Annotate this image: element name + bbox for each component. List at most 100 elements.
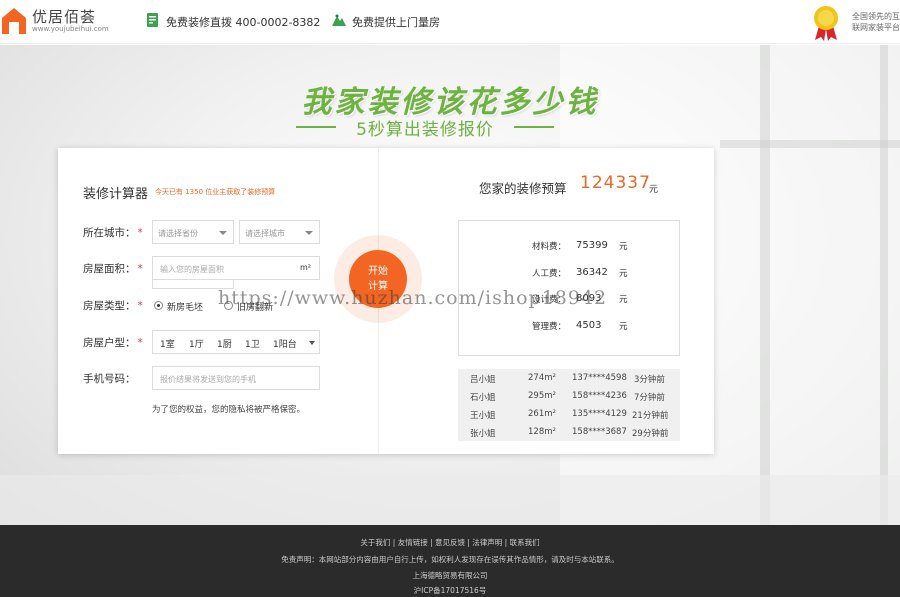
recent-time: 21分钟前 [632, 411, 669, 421]
recent-time: 29分钟前 [632, 429, 669, 439]
city-select[interactable]: 请选择城市 [239, 220, 320, 244]
cost-value: 75399 [576, 240, 608, 251]
hero-subtitle: 5秒算出装修报价 [356, 120, 494, 140]
budget-unit: 元 [649, 185, 659, 195]
hero-section: 我家装修该花多少钱 5秒算出装修报价 装修计算器 今天已有 1350 位业主获取… [0, 45, 900, 525]
subtitle-line-right [514, 126, 554, 128]
chevron-down-icon [219, 231, 227, 235]
area-input-placeholder: 输入您的房屋面积 [160, 265, 224, 274]
start-button-line-1: 开始 [368, 266, 388, 277]
chevron-down-icon [305, 231, 313, 235]
province-select[interactable]: 请选择省份 [152, 220, 234, 244]
recent-phone: 135****4129 [572, 409, 627, 419]
footer-company: 上海德略贸易有限公司 [412, 571, 488, 580]
recent-area: 274m² [528, 373, 556, 383]
calculator-note: 今天已有 1350 位业主获取了装修预算 [155, 188, 276, 196]
site-logo[interactable]: 优居佰荟 www.youjubeihui.com [2, 4, 112, 38]
recent-quotes: 吕小姐 274m² 137****4598 3分钟前 石小姐 295m² 158… [458, 369, 680, 441]
budget-heading: 您家的装修预算 [479, 181, 567, 196]
window-frame-horizontal [720, 140, 900, 148]
recent-phone: 158****3687 [572, 427, 627, 437]
list-item: 吕小姐 274m² 137****4598 3分钟前 [458, 369, 680, 387]
cost-unit: 元 [619, 269, 628, 279]
layout-halls[interactable]: 1厅 [189, 337, 204, 350]
recent-area: 261m² [528, 409, 556, 419]
cost-value: 4503 [576, 320, 602, 331]
hotline[interactable]: 免费装修直拨 400-0002-8382 [146, 13, 320, 29]
layout-rooms[interactable]: 1室 [160, 337, 175, 350]
award-medal-icon [814, 6, 838, 41]
privacy-note: 为了您的权益，您的隐私将被严格保密。 [152, 405, 306, 415]
cost-row-labor: 人工费： 36342 元 [459, 267, 681, 281]
area-input[interactable]: 输入您的房屋面积 m² [152, 256, 320, 280]
required-mark: * [137, 337, 143, 349]
layout-bathrooms[interactable]: 1卫 [245, 337, 260, 350]
recent-time: 7分钟前 [634, 393, 665, 403]
mountain-icon [332, 14, 346, 26]
radio-new-house[interactable]: 新房毛坯 [154, 299, 214, 313]
footer: 关于我们 | 友情链接 | 意见反馈 | 法律声明 | 联系我们 免责声明：本网… [0, 525, 900, 597]
house-logo-icon [2, 8, 26, 34]
recent-name: 石小姐 [470, 393, 496, 403]
area-label: 房屋面积： * [83, 261, 143, 276]
cost-unit: 元 [619, 322, 628, 332]
slogan-line-2: 联网家装平台 [852, 23, 900, 32]
cost-label: 人工费： [532, 269, 567, 279]
house-type-label-text: 房屋类型： [83, 300, 136, 312]
hotline-text: 免费装修直拨 400-0002-8382 [166, 16, 321, 29]
city-label-text: 所在城市： [83, 227, 136, 239]
phone-document-icon [147, 13, 158, 27]
budget-total: 124337 [580, 173, 651, 193]
phone-input[interactable]: 报价结果将发送到您的手机 [152, 366, 320, 390]
cost-value: 36342 [576, 267, 608, 278]
phone-input-placeholder: 报价结果将发送到您的手机 [160, 375, 256, 384]
footer-icp[interactable]: 沪ICP备17017516号 [0, 585, 900, 596]
recent-phone: 158****4236 [572, 391, 627, 401]
floor-reflection [0, 475, 900, 525]
footer-disclaimer: 免责声明：本网站部分内容由用户自行上传，如权利人发现存在误传其作品情形，请及时与… [281, 555, 619, 564]
recent-area: 295m² [528, 391, 556, 401]
list-item: 王小姐 261m² 135****4129 21分钟前 [458, 405, 680, 423]
footer-links[interactable]: 关于我们 | 友情链接 | 意见反馈 | 法律声明 | 联系我们 [0, 537, 900, 548]
house-type-label: 房屋类型： * [83, 298, 143, 313]
cost-row-material: 材料费： 75399 元 [459, 240, 681, 254]
phone-label: 手机号码： [83, 371, 136, 386]
recent-phone: 137****4598 [572, 373, 627, 383]
list-item: 石小姐 295m² 158****4236 7分钟前 [458, 387, 680, 405]
recent-name: 吕小姐 [470, 375, 496, 385]
radio-checked-icon [154, 301, 163, 310]
required-mark: * [137, 263, 143, 275]
slogan: 全国领先的互 联网家装平台 [852, 11, 900, 33]
recent-name: 王小姐 [470, 411, 496, 421]
brand-name: 优居佰荟 [32, 8, 97, 26]
cost-unit: 元 [619, 242, 628, 252]
area-label-text: 房屋面积： [83, 263, 136, 275]
cost-label: 管理费： [532, 322, 567, 332]
recent-area: 128m² [528, 427, 556, 437]
watermark-text: https://www.huzhan.com/ishop18942 [218, 287, 608, 309]
brand-url: www.youjubeihui.com [32, 25, 109, 33]
chevron-down-icon [309, 341, 315, 345]
layout-label-text: 房屋户型： [83, 337, 136, 349]
recent-time: 3分钟前 [634, 375, 665, 385]
hero-subtitle-wrap: 5秒算出装修报价 [296, 115, 554, 140]
cost-unit: 元 [619, 295, 628, 305]
layout-kitchens[interactable]: 1厨 [217, 337, 232, 350]
slogan-line-1: 全国领先的互 [852, 12, 900, 21]
top-bar: 优居佰荟 www.youjubeihui.com 免费装修直拨 400-0002… [0, 0, 900, 44]
layout-label: 房屋户型： * [83, 335, 143, 350]
phone-label-text: 手机号码： [83, 373, 136, 385]
recent-name: 张小姐 [470, 429, 496, 439]
area-unit: m² [300, 263, 311, 272]
city-label: 所在城市： * [83, 225, 143, 240]
radio-new-house-label: 新房毛坯 [167, 303, 204, 313]
free-survey[interactable]: 免费提供上门量房 [332, 13, 452, 29]
cost-row-management: 管理费： 4503 元 [459, 320, 681, 334]
required-mark: * [137, 227, 143, 239]
subtitle-line-left [296, 126, 336, 128]
city-select-value: 请选择城市 [245, 229, 285, 238]
layout-balconies[interactable]: 1阳台 [273, 337, 297, 350]
province-select-value: 请选择省份 [158, 229, 198, 238]
layout-select[interactable]: 1室 1厅 1厨 1卫 1阳台 [152, 330, 320, 354]
required-mark: * [137, 300, 143, 312]
